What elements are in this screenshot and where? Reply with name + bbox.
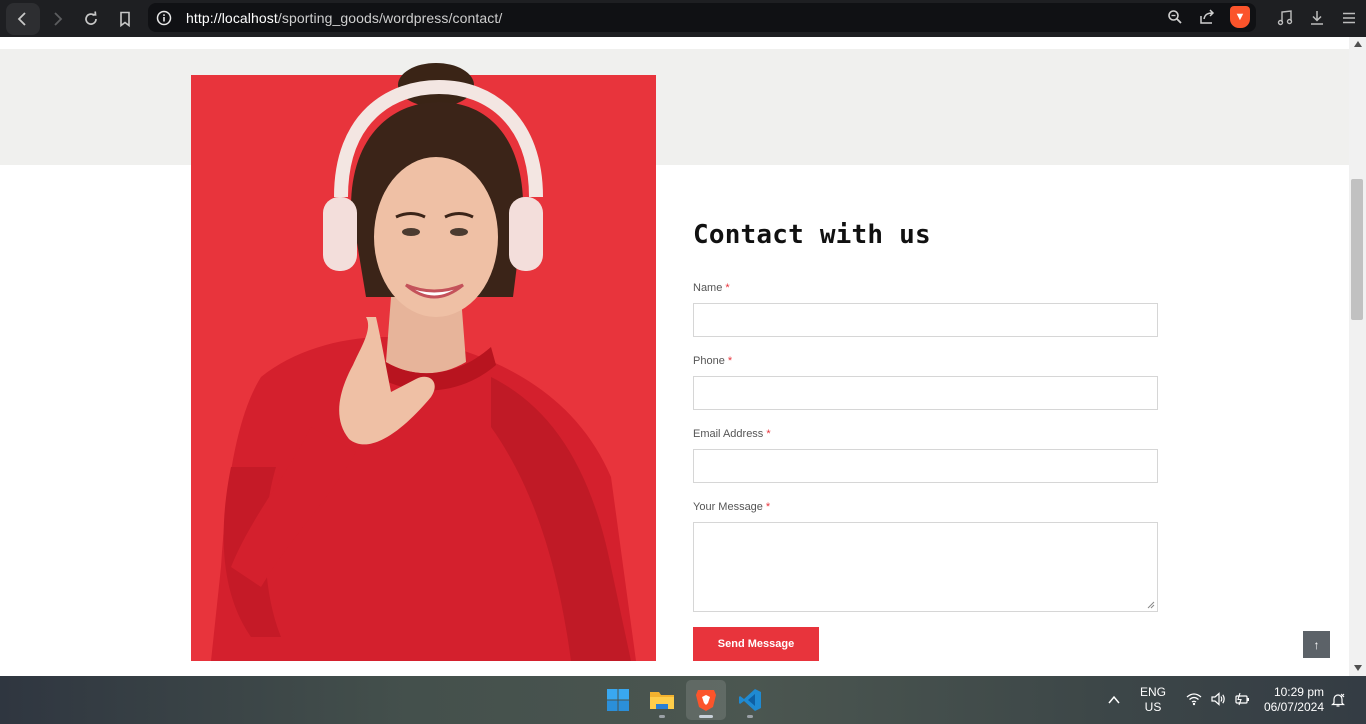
contact-title: Contact with us <box>693 220 931 250</box>
contact-hero-photo <box>191 63 656 661</box>
volume-icon <box>1211 692 1225 706</box>
taskbar-apps <box>598 680 770 720</box>
required-mark: * <box>727 355 733 367</box>
brave-shield-icon[interactable]: ▼ <box>1230 6 1250 28</box>
browser-toolbar: http://localhost/sporting_goods/wordpres… <box>0 0 1366 37</box>
forward-icon <box>54 11 63 26</box>
running-indicator <box>747 715 753 718</box>
resize-handle-icon[interactable] <box>1147 601 1155 609</box>
url-text: http://localhost/sporting_goods/wordpres… <box>186 10 502 26</box>
url-path: /sporting_goods/wordpress/contact/ <box>277 9 503 26</box>
clock-date: 06/07/2024 <box>1263 700 1324 714</box>
scroll-down-arrow[interactable] <box>1349 665 1366 673</box>
start-button[interactable] <box>598 680 638 720</box>
name-label: Name * <box>693 282 730 294</box>
name-label-text: Name <box>693 282 723 294</box>
back-to-top-button[interactable]: ↑ <box>1303 631 1330 658</box>
forward-button[interactable] <box>40 3 74 35</box>
url-host: http://localhost <box>186 9 278 26</box>
running-indicator <box>699 715 713 718</box>
browser-tools <box>1276 9 1358 27</box>
taskbar-brave[interactable] <box>686 680 726 720</box>
address-actions: ▼ <box>1166 6 1250 28</box>
email-input[interactable] <box>693 449 1158 483</box>
message-label-text: Your Message <box>693 501 763 513</box>
tray-icons[interactable] <box>1186 691 1250 707</box>
required-mark: * <box>765 501 771 513</box>
phone-label: Phone * <box>693 355 732 367</box>
email-label: Email Address * <box>693 428 771 440</box>
running-indicator <box>659 715 665 718</box>
windows-taskbar: ENG US 10:29 pm 06/07/2024 <box>0 676 1366 724</box>
required-mark: * <box>725 282 730 294</box>
lang-line-2: US <box>1144 700 1162 714</box>
taskbar-vscode[interactable] <box>730 680 770 720</box>
reload-icon <box>85 10 97 25</box>
vscode-icon <box>739 689 761 711</box>
file-explorer-icon <box>650 692 674 709</box>
woman-with-headphones-illustration <box>211 63 636 661</box>
windows-start-icon <box>607 689 629 711</box>
system-clock[interactable]: 10:29 pm 06/07/2024 <box>1258 685 1324 715</box>
phone-label-text: Phone <box>693 355 725 367</box>
message-textarea[interactable] <box>693 522 1158 612</box>
reload-button[interactable] <box>74 3 108 35</box>
required-mark: * <box>766 428 771 440</box>
message-label: Your Message * <box>693 501 770 513</box>
lang-line-1: ENG <box>1139 685 1166 699</box>
clock-time: 10:29 pm <box>1273 685 1324 699</box>
download-icon[interactable] <box>1308 9 1326 27</box>
wifi-icon <box>1186 693 1202 706</box>
menu-icon[interactable] <box>1340 9 1358 27</box>
send-message-button[interactable]: Send Message <box>693 627 819 661</box>
media-icon[interactable] <box>1276 9 1294 27</box>
back-icon <box>17 11 26 26</box>
zoom-icon[interactable] <box>1166 8 1184 26</box>
notification-icon[interactable] <box>1330 692 1346 708</box>
address-bar[interactable]: http://localhost/sporting_goods/wordpres… <box>148 3 1256 32</box>
page-viewport: Contact with us Name * Phone * Email Addre… <box>0 37 1366 676</box>
arrow-down-icon <box>1353 665 1362 671</box>
email-label-text: Email Address <box>693 428 764 440</box>
bookmark-button[interactable] <box>108 3 142 35</box>
input-language[interactable]: ENG US <box>1138 685 1168 715</box>
bookmark-icon <box>120 11 130 27</box>
brave-browser-icon <box>696 690 716 711</box>
back-button[interactable] <box>6 2 40 35</box>
arrow-up-icon <box>1353 41 1362 47</box>
battery-icon <box>1235 692 1249 706</box>
scroll-thumb[interactable] <box>1351 179 1363 320</box>
name-input[interactable] <box>693 303 1158 337</box>
share-icon[interactable] <box>1198 8 1216 26</box>
taskbar-file-explorer[interactable] <box>642 680 682 720</box>
scroll-up-arrow[interactable] <box>1349 41 1366 49</box>
site-info-icon[interactable] <box>156 10 172 26</box>
page-scrollbar[interactable] <box>1349 37 1366 676</box>
chevron-up-icon[interactable] <box>1107 693 1121 707</box>
phone-input[interactable] <box>693 376 1158 410</box>
